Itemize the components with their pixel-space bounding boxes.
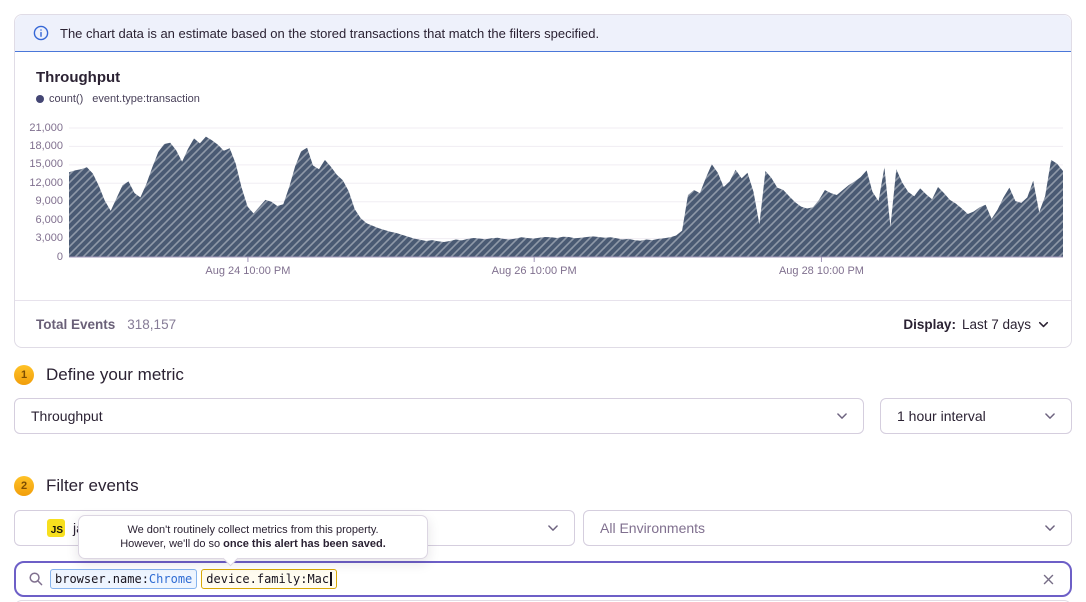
tooltip-line2: However, we'll do so once this alert has…: [89, 537, 417, 551]
chevron-down-icon: [1037, 318, 1050, 331]
total-events: Total Events 318,157: [36, 317, 176, 332]
banner-text: The chart data is an estimate based on t…: [60, 26, 599, 41]
legend-series-label: count(): [49, 93, 83, 105]
x-axis-ticks: [248, 257, 822, 262]
y-axis-label: 12,000: [15, 176, 63, 191]
y-axis-label: 3,000: [15, 231, 63, 246]
chart-section: Throughput count() event.type:transactio…: [15, 52, 1071, 300]
javascript-platform-icon: JS: [47, 519, 65, 537]
display-period-dropdown[interactable]: Display: Last 7 days: [903, 317, 1050, 332]
x-axis-label: Aug 28 10:00 PM: [751, 265, 891, 277]
search-token-row: browser.name:Chromedevice.family:Mac: [50, 569, 1041, 589]
y-axis-label: 9,000: [15, 194, 63, 209]
chart-legend: count() event.type:transaction: [36, 93, 200, 105]
metric-select-value: Throughput: [31, 408, 835, 424]
clear-search-icon[interactable]: [1041, 572, 1056, 587]
chevron-down-icon: [546, 521, 560, 535]
tooltip-line1: We don't routinely collect metrics from …: [89, 523, 417, 537]
chevron-down-icon: [1043, 409, 1057, 423]
chevron-down-icon: [835, 409, 849, 423]
metric-select[interactable]: Throughput: [14, 398, 864, 434]
y-axis-label: 21,000: [15, 121, 63, 136]
interval-select[interactable]: 1 hour interval: [880, 398, 1072, 434]
display-label: Display:: [903, 317, 956, 332]
interval-select-value: 1 hour interval: [897, 408, 1043, 424]
total-events-value: 318,157: [127, 317, 176, 332]
legend-filter-label: event.type:transaction: [92, 93, 200, 105]
step1-title: Define your metric: [46, 365, 184, 385]
search-token-device-family[interactable]: device.family:Mac: [201, 569, 336, 589]
legend-dot-icon: [36, 95, 44, 103]
environment-select-value: All Environments: [600, 520, 1043, 536]
step1-number-badge: 1: [14, 365, 34, 385]
x-axis-label: Aug 24 10:00 PM: [178, 265, 318, 277]
metric-row: Throughput 1 hour interval: [14, 398, 1072, 434]
total-events-label: Total Events: [36, 317, 115, 332]
y-axis-label: 6,000: [15, 213, 63, 228]
display-value: Last 7 days: [962, 317, 1031, 332]
environment-select[interactable]: All Environments: [583, 510, 1072, 546]
step2-header: 2 Filter events: [14, 473, 1072, 499]
chart-panel-footer: Total Events 318,157 Display: Last 7 days: [15, 300, 1071, 347]
x-axis-label: Aug 26 10:00 PM: [464, 265, 604, 277]
y-axis-label: 18,000: [15, 139, 63, 154]
text-cursor: [330, 572, 332, 586]
step2-title: Filter events: [46, 476, 139, 496]
chart-area: 21,000 18,000 15,000 12,000 9,000 6,000 3,000 0: [15, 119, 1071, 294]
y-axis-label: 15,000: [15, 157, 63, 172]
info-icon: [33, 25, 49, 41]
search-token-browser-name[interactable]: browser.name:Chrome: [50, 569, 197, 589]
y-axis-label: 0: [15, 250, 63, 265]
chart-panel: The chart data is an estimate based on t…: [14, 14, 1072, 348]
info-banner: The chart data is an estimate based on t…: [15, 15, 1071, 52]
alert-builder-page: The chart data is an estimate based on t…: [0, 0, 1086, 602]
metric-warning-tooltip: We don't routinely collect metrics from …: [78, 515, 428, 559]
chart-title: Throughput: [36, 69, 120, 86]
step2-number-badge: 2: [14, 476, 34, 496]
search-section: We don't routinely collect metrics from …: [14, 561, 1072, 597]
chevron-down-icon: [1043, 521, 1057, 535]
throughput-area-chart: [69, 119, 1063, 263]
area-series: [69, 137, 1063, 257]
search-input[interactable]: browser.name:Chromedevice.family:Mac: [14, 561, 1072, 597]
step1-header: 1 Define your metric: [14, 362, 1072, 388]
search-icon: [28, 571, 44, 587]
